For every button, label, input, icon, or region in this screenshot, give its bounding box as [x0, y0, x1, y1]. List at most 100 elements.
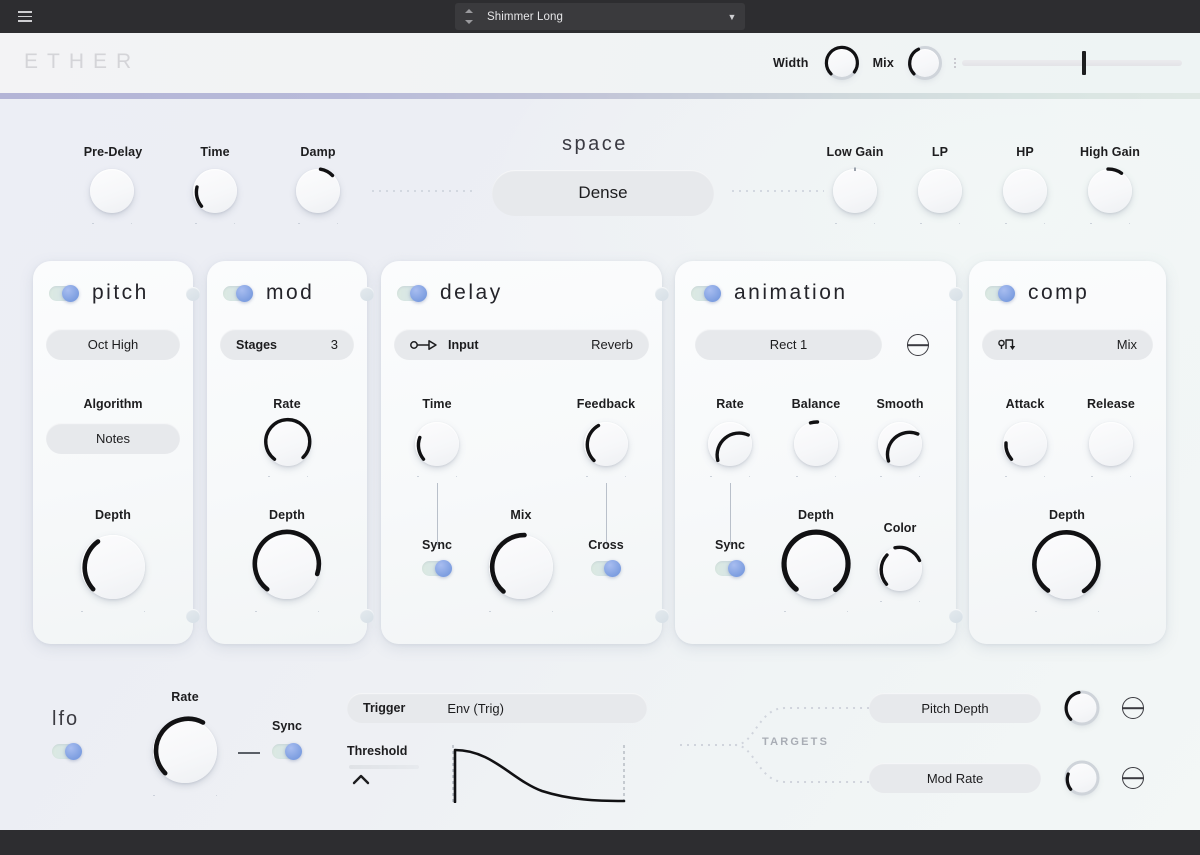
triangle-down-icon[interactable] [465, 20, 473, 24]
comp-mode-value: Mix [1117, 337, 1137, 352]
animation-enable-toggle[interactable] [691, 286, 721, 301]
target-row-1-bypass-icon[interactable] [1122, 697, 1144, 719]
mod-enable-toggle[interactable] [223, 286, 253, 301]
envelope-graph[interactable] [452, 745, 627, 808]
header-controls: Width Mix [773, 33, 1200, 93]
animation-smooth-knob[interactable] [874, 418, 926, 470]
delay-feedback-label: Feedback [556, 397, 656, 411]
lp-knob[interactable] [914, 165, 966, 217]
lfo-title: lfo [52, 708, 79, 731]
delay-sync-toggle[interactable] [422, 561, 452, 576]
delay-mix-knob[interactable] [483, 529, 559, 605]
threshold-slider[interactable] [349, 765, 419, 769]
delay-routing-row[interactable]: Input Reverb [394, 329, 649, 360]
lfo-rate-knob[interactable] [147, 713, 223, 789]
pre-delay-knob[interactable] [86, 165, 138, 217]
mod-stages-value: 3 [331, 337, 338, 352]
lfo-sync-toggle[interactable] [272, 744, 302, 759]
high-gain-knob[interactable] [1084, 165, 1136, 217]
mod-rate-label: Rate [207, 397, 367, 411]
mix-label: Mix [873, 56, 894, 70]
target-row-2-name: Mod Rate [927, 771, 983, 786]
preset-name[interactable]: Shimmer Long [478, 11, 719, 23]
comp-attack-label: Attack [975, 397, 1075, 411]
module-pitch: pitch Oct High Algorithm Notes Depth [33, 261, 193, 644]
pitch-depth-knob[interactable] [75, 529, 151, 605]
title-bar: Shimmer Long ▼ [0, 0, 1200, 33]
module-connector-node [186, 609, 200, 623]
delay-sync-label: Sync [387, 538, 487, 552]
space-time-label: Time [165, 145, 265, 159]
brand-logo: ETHER [24, 50, 140, 74]
mod-stages-label: Stages [236, 338, 277, 352]
pitch-algorithm-value: Notes [96, 431, 130, 446]
damp-knob[interactable] [292, 165, 344, 217]
comp-enable-toggle[interactable] [985, 286, 1015, 301]
module-connector-node [360, 287, 374, 301]
delay-cross-toggle[interactable] [591, 561, 621, 576]
comp-mode-row[interactable]: Mix [982, 329, 1153, 360]
animation-sync-label: Sync [680, 538, 780, 552]
trigger-value: Env (Trig) [447, 701, 504, 716]
pitch-enable-toggle[interactable] [49, 286, 79, 301]
hamburger-icon[interactable] [8, 11, 42, 22]
preset-selector[interactable]: Shimmer Long ▼ [455, 3, 745, 30]
pitch-interval-dropdown[interactable]: Oct High [46, 329, 180, 360]
animation-color-knob[interactable] [874, 543, 926, 595]
animation-balance-knob[interactable] [790, 418, 842, 470]
sidechain-icon [998, 337, 1020, 352]
comp-release-knob[interactable] [1085, 418, 1137, 470]
space-connector-right [732, 190, 824, 192]
animation-depth-knob[interactable] [778, 529, 854, 605]
lfo-enable-toggle[interactable] [52, 744, 82, 759]
output-slider[interactable] [962, 60, 1182, 66]
phase-invert-icon[interactable] [907, 334, 929, 356]
delay-time-knob[interactable] [411, 418, 463, 470]
animation-rate-label: Rate [680, 397, 780, 411]
target-row-1-dropdown[interactable]: Pitch Depth [869, 693, 1041, 723]
animation-depth-label: Depth [766, 508, 866, 522]
target-row-2-bypass-icon[interactable] [1122, 767, 1144, 789]
delay-route-source: Input [448, 338, 479, 352]
trigger-row[interactable]: Trigger Env (Trig) [347, 693, 647, 723]
width-knob[interactable] [821, 42, 863, 84]
delay-enable-toggle[interactable] [397, 286, 427, 301]
delay-cross-link-line [606, 483, 607, 545]
mod-header: mod [223, 281, 314, 305]
preset-stepper[interactable] [460, 3, 478, 30]
mod-stages-row[interactable]: Stages 3 [220, 329, 354, 360]
low-gain-knob[interactable] [829, 165, 881, 217]
comp-title: comp [1028, 281, 1089, 305]
plugin-window: Shimmer Long ▼ ETHER Width Mix [0, 0, 1200, 855]
caret-up-icon[interactable] [352, 773, 370, 791]
routing-arrow-icon [410, 339, 438, 351]
mod-rate-knob[interactable] [262, 418, 314, 470]
animation-color-label: Color [850, 521, 950, 535]
delay-feedback-knob[interactable] [580, 418, 632, 470]
lfo-rate-label: Rate [135, 690, 235, 704]
mix-knob[interactable] [904, 42, 946, 84]
bottom-bar [0, 830, 1200, 855]
target-row-1-amount-knob[interactable] [1060, 686, 1104, 730]
triangle-up-icon[interactable] [465, 9, 473, 13]
mod-depth-knob[interactable] [249, 529, 325, 605]
module-connector-node [655, 609, 669, 623]
output-slider-handle[interactable] [1082, 51, 1086, 75]
animation-sync-link-line [730, 483, 731, 545]
target-row-2-dropdown[interactable]: Mod Rate [869, 763, 1041, 793]
hp-knob[interactable] [999, 165, 1051, 217]
comp-header: comp [985, 281, 1089, 305]
comp-depth-knob[interactable] [1029, 529, 1105, 605]
space-algorithm-value: Dense [578, 183, 627, 203]
animation-shape-dropdown[interactable]: Rect 1 [695, 329, 882, 360]
target-row-2-amount-knob[interactable] [1060, 756, 1104, 800]
animation-sync-toggle[interactable] [715, 561, 745, 576]
pitch-algorithm-dropdown[interactable]: Notes [46, 423, 180, 454]
trigger-label: Trigger [363, 701, 405, 715]
damp-label: Damp [268, 145, 368, 159]
animation-rate-knob[interactable] [704, 418, 756, 470]
space-algorithm-dropdown[interactable]: Dense [492, 170, 714, 216]
comp-attack-knob[interactable] [999, 418, 1051, 470]
chevron-down-icon[interactable]: ▼ [719, 12, 745, 22]
space-time-knob[interactable] [189, 165, 241, 217]
